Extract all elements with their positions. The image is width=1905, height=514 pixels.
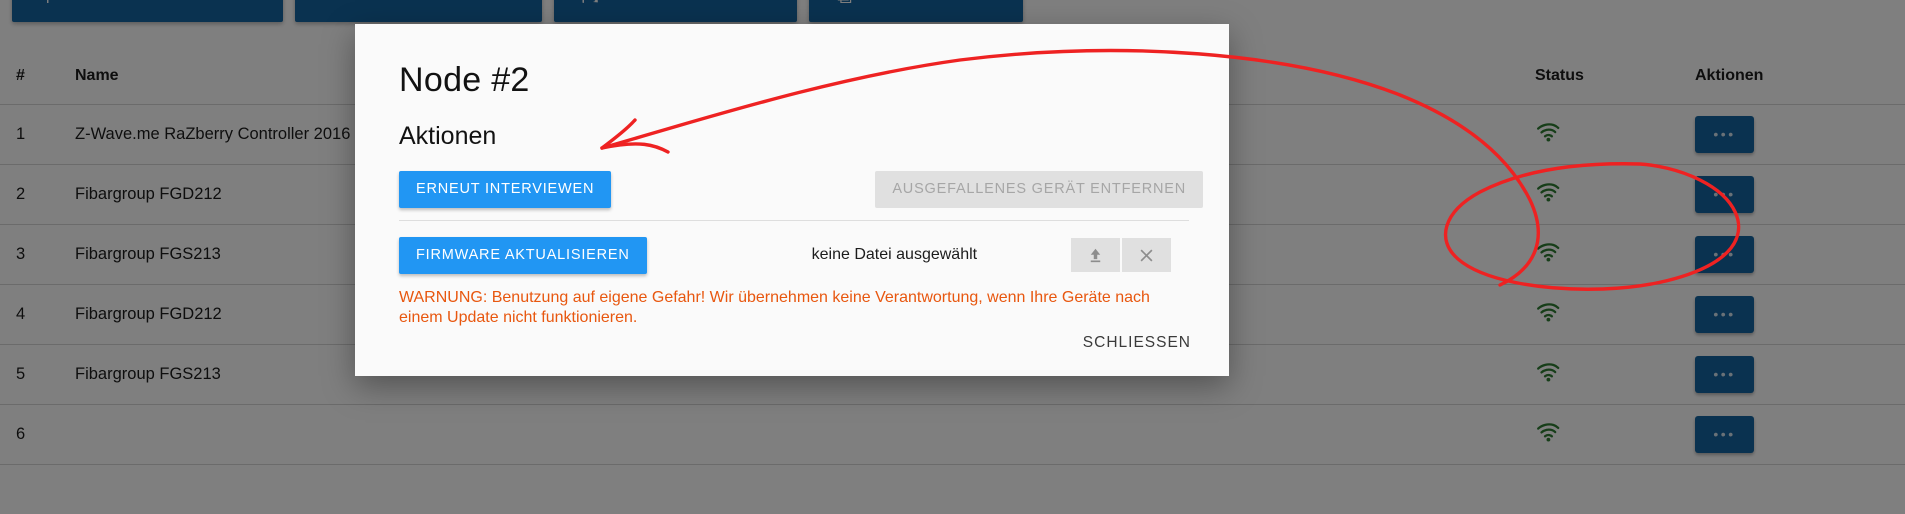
cell-index: 1 — [0, 104, 75, 165]
wifi-icon — [1535, 122, 1561, 146]
dialog-divider — [399, 220, 1189, 221]
cell-status — [1535, 284, 1695, 345]
remove-failed-device-button: AUSGEFALLENES GERÄT ENTFERNEN — [875, 170, 1203, 208]
firmware-warning-text: WARNUNG: Benutzung auf eigene Gefahr! Wi… — [399, 289, 1150, 327]
row-actions-button[interactable]: ••• — [1695, 355, 1754, 393]
reinterview-button[interactable]: ERNEUT INTERVIEWEN — [399, 170, 612, 208]
device-toolbar: ＋ GERÄT EINBINDEN ▼ − GERÄT ENTFERNEN ☈ … — [0, 0, 1905, 22]
column-header-actions: Aktionen — [1695, 48, 1905, 105]
close-icon[interactable] — [1122, 238, 1171, 272]
toolbar-button-include-device[interactable]: ＋ GERÄT EINBINDEN ▼ — [12, 0, 284, 22]
toolbar-button-heal-network[interactable]: ☈ NETZWERK HEILEN — [554, 0, 797, 22]
wifi-icon — [1535, 242, 1561, 266]
toolbar-label-remove-device: GERÄT ENTFERNEN — [355, 0, 516, 5]
toolbar-label-heal-network: NETZWERK HEILEN — [614, 0, 770, 5]
dialog-action-row-primary: ERNEUT INTERVIEWEN AUSGEFALLENES GERÄT E… — [399, 165, 1203, 213]
row-actions-button[interactable]: ••• — [1695, 115, 1754, 153]
network-heal-icon: ☈ — [580, 0, 600, 7]
node-actions-dialog: Node #2 Aktionen ERNEUT INTERVIEWEN AUSG… — [355, 24, 1229, 376]
dialog-title: Node #2 — [399, 61, 530, 99]
cell-index: 3 — [0, 224, 75, 285]
row-actions-button[interactable]: ••• — [1695, 175, 1754, 213]
upload-icon[interactable] — [1071, 238, 1120, 272]
toolbar-label-clear-cache: CACHE LEEREN — [869, 0, 997, 5]
dialog-section-title: Aktionen — [399, 122, 497, 150]
cell-status — [1535, 104, 1695, 165]
cell-status — [1535, 344, 1695, 405]
cell-actions: ••• — [1695, 284, 1905, 345]
cell-actions: ••• — [1695, 104, 1905, 165]
toolbar-label-include-device: GERÄT EINBINDEN — [72, 0, 223, 5]
cache-clear-icon: ⧉ — [835, 0, 855, 7]
wifi-icon — [1535, 182, 1561, 206]
cell-actions: ••• — [1695, 164, 1905, 225]
firmware-update-button[interactable]: FIRMWARE AKTUALISIEREN — [399, 236, 647, 274]
column-header-index: # — [0, 48, 75, 105]
cell-index: 5 — [0, 344, 75, 405]
cell-index: 6 — [0, 404, 75, 465]
dialog-firmware-row: FIRMWARE AKTUALISIEREN keine Datei ausge… — [399, 233, 1203, 277]
cell-actions: ••• — [1695, 344, 1905, 405]
file-status-label: keine Datei ausgewählt — [811, 246, 978, 263]
row-actions-button[interactable]: ••• — [1695, 235, 1754, 273]
cell-status — [1535, 164, 1695, 225]
close-dialog-button[interactable]: SCHLIESSEN — [1071, 324, 1203, 362]
toolbar-button-remove-device[interactable]: − GERÄT ENTFERNEN — [295, 0, 543, 22]
minus-icon: − — [321, 0, 341, 7]
dialog-footer: SCHLIESSEN — [1071, 324, 1203, 362]
wifi-icon — [1535, 362, 1561, 386]
cell-name — [75, 404, 1535, 465]
cell-status — [1535, 224, 1695, 285]
row-actions-button[interactable]: ••• — [1695, 295, 1754, 333]
cell-index: 2 — [0, 164, 75, 225]
cell-index: 4 — [0, 284, 75, 345]
file-icon-group — [1071, 238, 1171, 272]
chevron-down-icon[interactable]: ▼ — [247, 0, 258, 2]
table-row[interactable]: 6 ••• — [0, 404, 1905, 465]
plus-icon: ＋ — [37, 0, 58, 7]
wifi-icon — [1535, 422, 1561, 446]
cell-actions: ••• — [1695, 404, 1905, 465]
row-actions-button[interactable]: ••• — [1695, 415, 1754, 453]
app-root: ＋ GERÄT EINBINDEN ▼ − GERÄT ENTFERNEN ☈ … — [0, 0, 1905, 514]
toolbar-button-clear-cache[interactable]: ⧉ CACHE LEEREN — [808, 0, 1023, 22]
column-header-status: Status — [1535, 48, 1695, 105]
wifi-icon — [1535, 302, 1561, 326]
cell-status — [1535, 404, 1695, 465]
cell-actions: ••• — [1695, 224, 1905, 285]
